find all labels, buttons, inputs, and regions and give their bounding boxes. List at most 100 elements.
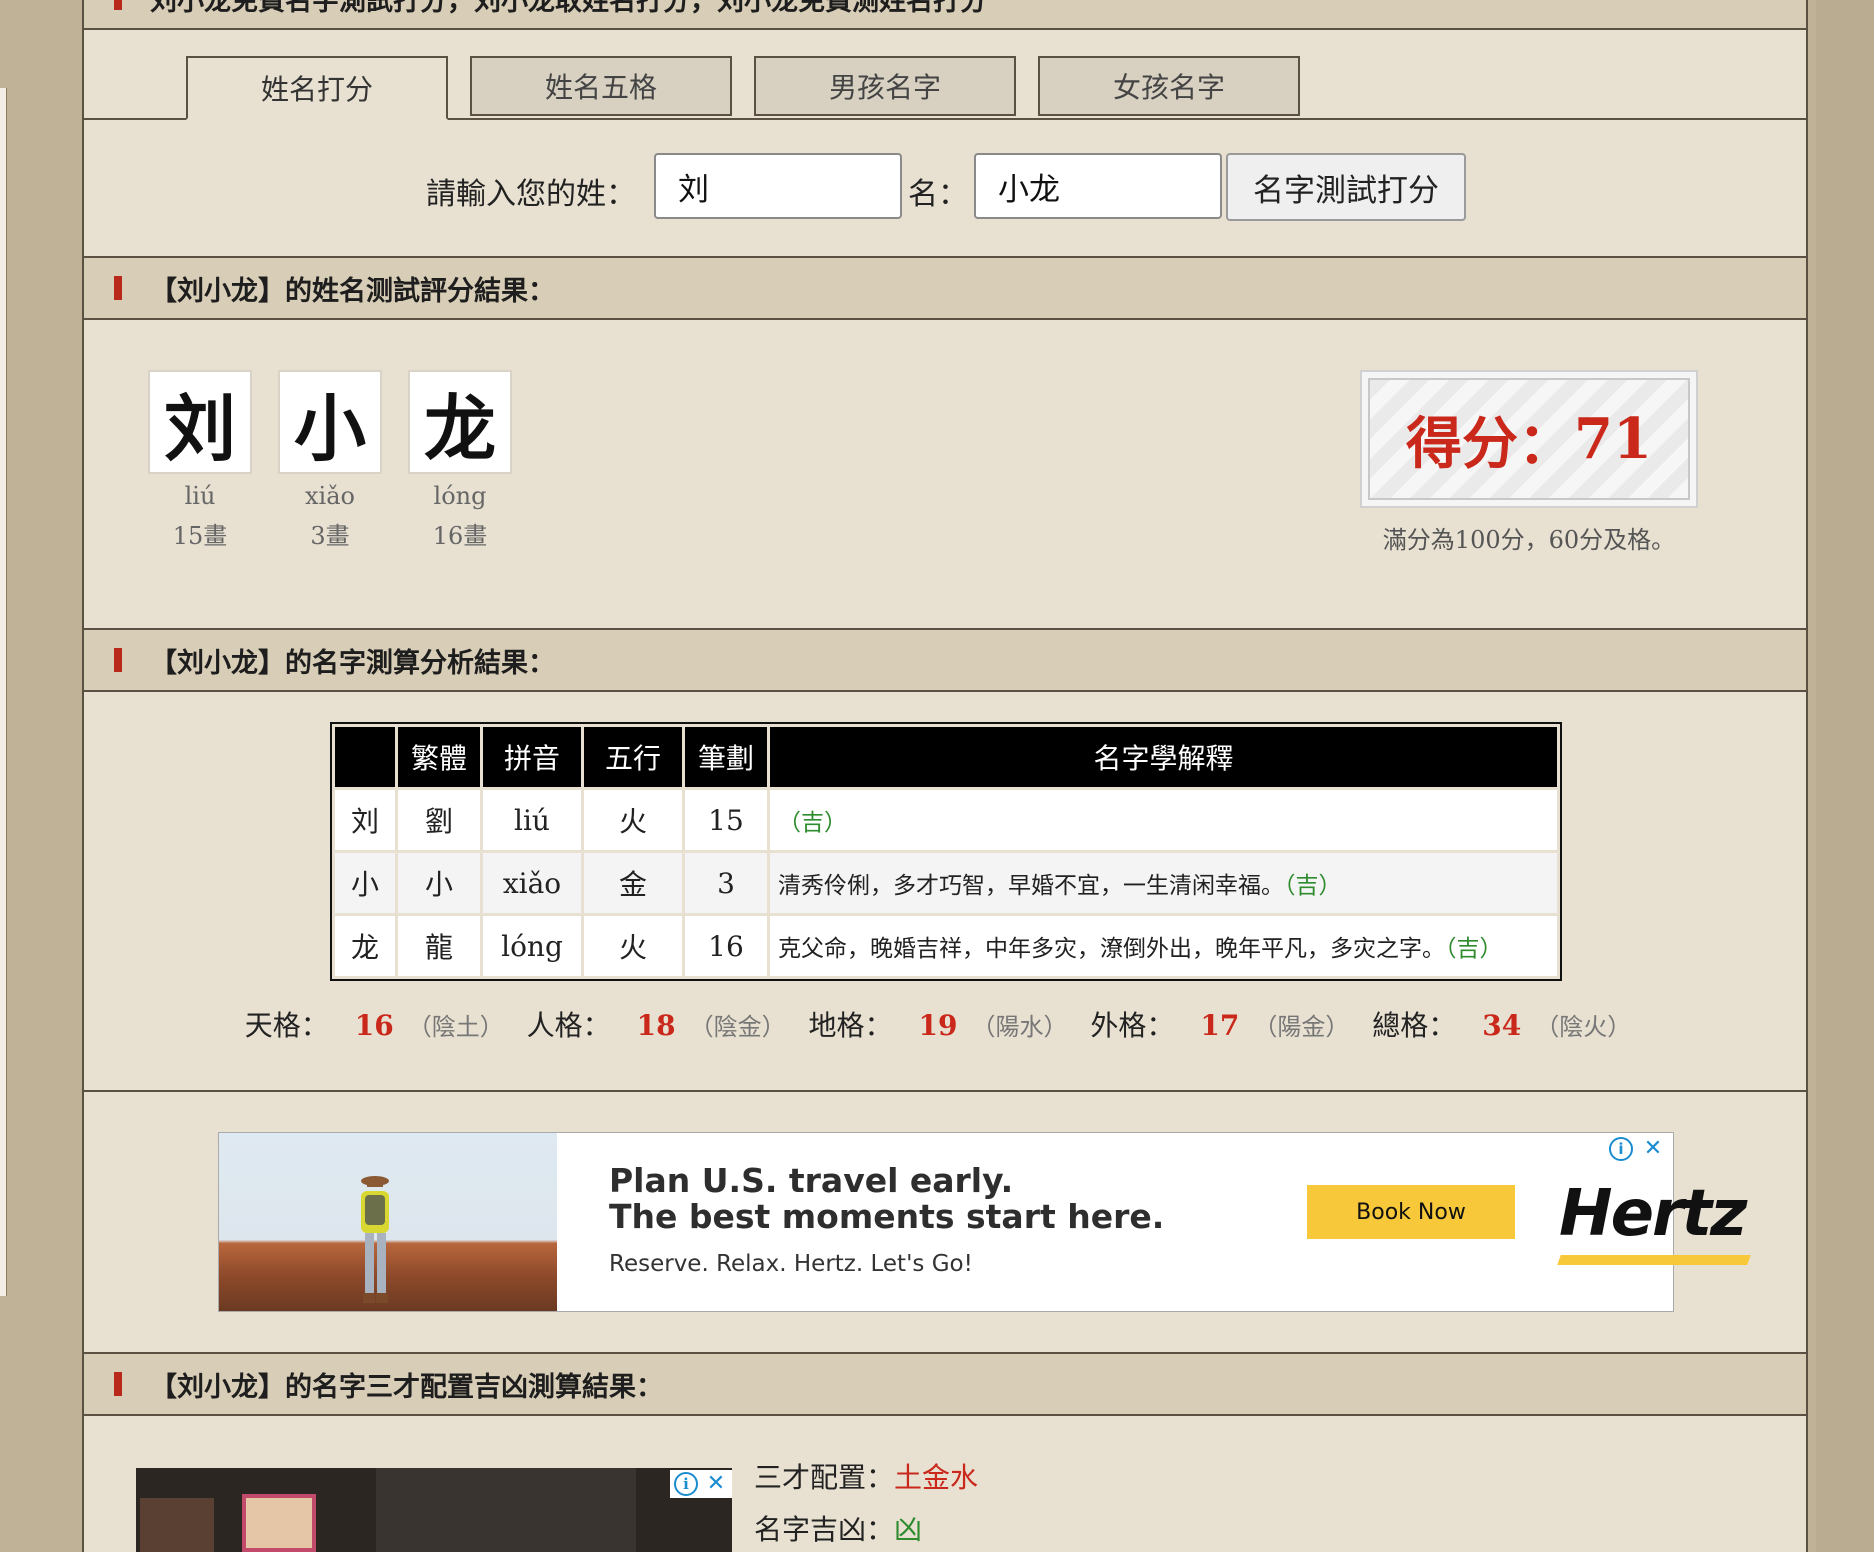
table-row: 小 小 xiǎo 金 3 清秀伶俐，多才巧智，早婚不宜，一生清闲幸福。（吉） (335, 853, 1557, 913)
cell-pinyin: xiǎo (483, 853, 581, 913)
sancai-label: 三才配置： (754, 1461, 895, 1494)
table-row: 龙 龍 lóng 火 16 克父命，晚婚吉祥，中年多灾，潦倒外出，晚年平凡，多灾… (335, 916, 1557, 976)
name-form: 請輸入您的姓： 名： 名字測試打分 (84, 153, 1806, 223)
cell-pinyin: liú (483, 790, 581, 850)
tab-girl-names[interactable]: 女孩名字 (1038, 56, 1300, 116)
section-marker (114, 648, 122, 672)
cell-pinyin: lóng (483, 916, 581, 976)
col-header: 筆劃 (685, 727, 767, 787)
tab-five-grids[interactable]: 姓名五格 (470, 56, 732, 116)
name-luck-line: 名字吉凶：凶 (754, 1508, 922, 1548)
grid-label: 外格： (1090, 1009, 1175, 1042)
ad-photo (219, 1133, 557, 1311)
cell-trad: 劉 (398, 790, 480, 850)
grid-number: 17 (1200, 1009, 1240, 1042)
cell-trad: 龍 (398, 916, 480, 976)
cell-char: 刘 (335, 790, 395, 850)
grid-label: 天格： (244, 1009, 329, 1042)
ad-shelf-graphic (140, 1498, 214, 1552)
section-title: 【刘小龙】的名字測算分析結果： (150, 647, 555, 679)
cell-wuxing: 火 (584, 916, 682, 976)
cell-char: 小 (335, 853, 395, 913)
col-header: 名字學解釋 (770, 727, 1557, 787)
ad-info-icon[interactable]: i (1609, 1137, 1633, 1161)
score-display: 得分： 71 (1368, 378, 1690, 500)
main-content: 刘小龙免費名字測試打分，刘小龙取姓名打分，刘小龙免費测姓名打分 姓名打分 姓名五… (82, 0, 1808, 1552)
cell-wuxing: 火 (584, 790, 682, 850)
section-header-score: 【刘小龙】的姓名测試評分結果： (84, 256, 1806, 320)
ad-headline-line1: Plan U.S. travel early. (609, 1161, 1014, 1200)
cell-strokes: 15 (685, 790, 767, 850)
ad-subline: Reserve. Relax. Hertz. Let's Go! (609, 1251, 973, 1277)
char-card: 刘 (148, 370, 252, 474)
grid-sub: （陰火） (1535, 1013, 1632, 1041)
surname-label: 請輸入您的姓： (426, 177, 636, 212)
given-name-input[interactable] (974, 153, 1222, 219)
sancai-config-line: 三才配置：土金水 (754, 1456, 978, 1496)
surname-input[interactable] (654, 153, 902, 219)
grid-number: 16 (354, 1009, 394, 1042)
char-pinyin: liú (184, 482, 216, 510)
section-header-sancai: 【刘小龙】的名字三才配置吉凶測算結果： (84, 1352, 1806, 1416)
explain-text: 清秀伶俐，多才巧智，早婚不宜，一生清闲幸福。 (778, 873, 1284, 899)
hertz-logo-underline (1557, 1255, 1751, 1265)
char-strokes: 15畫 (172, 522, 228, 550)
divider (84, 1090, 1806, 1092)
ad-close-icon[interactable]: ✕ (704, 1472, 728, 1496)
table-row: 刘 劉 liú 火 15 （吉） (335, 790, 1557, 850)
section-marker (114, 1372, 122, 1396)
section-title: 【刘小龙】的名字三才配置吉凶測算結果： (150, 1371, 663, 1403)
analysis-table: 繁體 拼音 五行 筆劃 名字學解釋 刘 劉 liú 火 15 （吉） 小 小 x… (330, 722, 1562, 981)
grid-label: 人格： (526, 1009, 611, 1042)
grid-label: 地格： (808, 1009, 893, 1042)
grid-label: 總格： (1372, 1009, 1457, 1042)
grid-number: 34 (1482, 1009, 1522, 1042)
score-value: 71 (1574, 406, 1652, 472)
section-marker (114, 0, 122, 10)
hertz-logo: Hertz (1559, 1177, 1747, 1251)
col-header: 繁體 (398, 727, 480, 787)
char-card: 龙 (408, 370, 512, 474)
test-name-button[interactable]: 名字測試打分 (1226, 153, 1466, 221)
top-bar-text: 刘小龙免費名字測試打分，刘小龙取姓名打分，刘小龙免費测姓名打分 (150, 0, 987, 17)
secondary-ad-image[interactable] (136, 1468, 732, 1552)
score-label: 得分： (1406, 410, 1575, 477)
section-marker (114, 276, 122, 300)
grid-number: 19 (918, 1009, 958, 1042)
char-pinyin: lóng (433, 482, 487, 510)
table-header-row: 繁體 拼音 五行 筆劃 名字學解釋 (335, 727, 1557, 787)
five-grid-summary: 天格： 16 （陰土） 人格： 18 （陰金） 地格： 19 （陽水） 外格： 17 （陽金） … (84, 1004, 1806, 1044)
ad-art-graphic (242, 1494, 316, 1552)
tab-strip: 姓名打分 姓名五格 男孩名字 女孩名字 (84, 56, 1806, 120)
ad-info-icon[interactable]: i (674, 1472, 698, 1496)
tab-name-score[interactable]: 姓名打分 (186, 56, 448, 120)
cell-explain: 清秀伶俐，多才巧智，早婚不宜，一生清闲幸福。（吉） (770, 853, 1557, 913)
cell-trad: 小 (398, 853, 480, 913)
cell-explain: 克父命，晚婚吉祥，中年多灾，潦倒外出，晚年平凡，多灾之字。（吉） (770, 916, 1557, 976)
ad-wall-graphic (376, 1468, 636, 1552)
cell-char: 龙 (335, 916, 395, 976)
cell-strokes: 16 (685, 916, 767, 976)
score-box: 得分： 71 (1360, 370, 1698, 508)
top-header-bar: 刘小龙免費名字測試打分，刘小龙取姓名打分，刘小龙免費测姓名打分 (84, 0, 1806, 30)
col-header: 拼音 (483, 727, 581, 787)
ad-close-icon[interactable]: ✕ (1641, 1137, 1665, 1161)
char-pinyin: xiǎo (305, 482, 355, 510)
name-luck-label: 名字吉凶： (754, 1513, 895, 1546)
char-strokes: 16畫 (432, 522, 488, 550)
grid-sub: （陽金） (1253, 1013, 1350, 1041)
grid-sub: （陰土） (407, 1013, 504, 1041)
col-header (335, 727, 395, 787)
ad-headline: Plan U.S. travel early. The best moments… (609, 1163, 1164, 1235)
section-title: 【刘小龙】的姓名测試評分結果： (150, 275, 555, 307)
cell-wuxing: 金 (584, 853, 682, 913)
tab-label: 姓名打分 (260, 73, 373, 106)
book-now-button[interactable]: Book Now (1307, 1185, 1515, 1239)
tab-boy-names[interactable]: 男孩名字 (754, 56, 1016, 116)
left-edge-panel (0, 88, 7, 1296)
explain-text: 克父命，晚婚吉祥，中年多灾，潦倒外出，晚年平凡，多灾之字。 (778, 936, 1445, 962)
section-header-analysis: 【刘小龙】的名字測算分析結果： (84, 628, 1806, 692)
char-strokes: 3畫 (310, 522, 350, 550)
hertz-ad-banner[interactable]: Plan U.S. travel early. The best moments… (218, 1132, 1751, 1312)
score-note: 滿分為100分，60分及格。 (1382, 526, 1676, 554)
